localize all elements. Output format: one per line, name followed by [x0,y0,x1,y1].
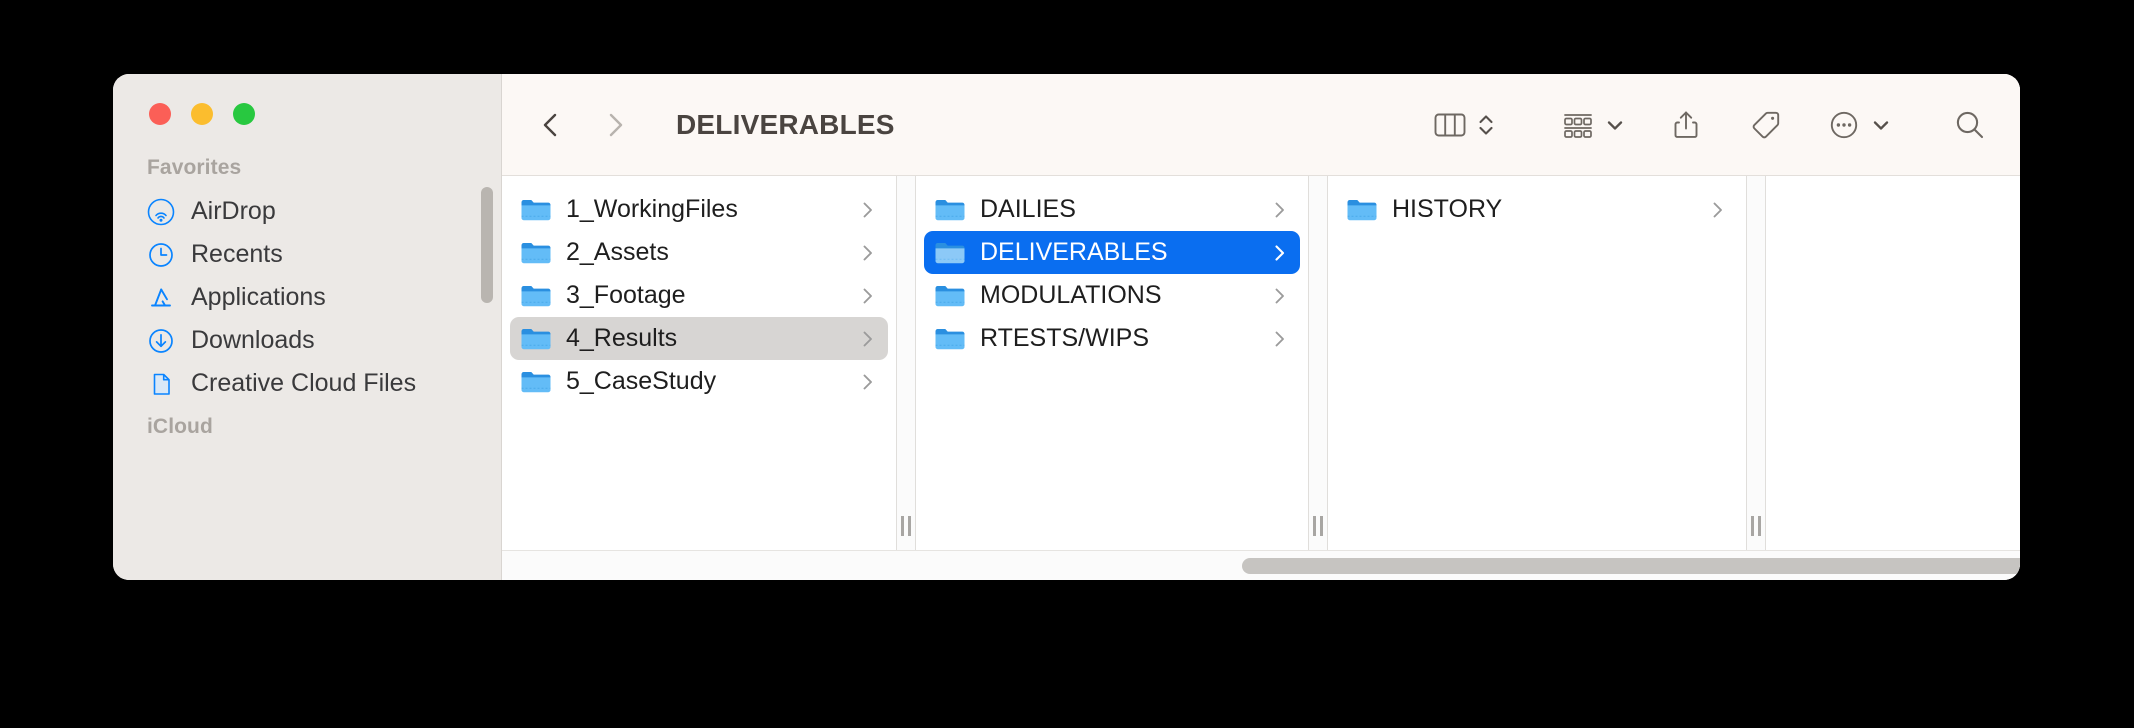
list-item[interactable]: MODULATIONS [924,274,1300,317]
download-icon [147,327,175,355]
list-item[interactable]: HISTORY [1336,188,1738,231]
right-pane: DELIVERABLES 1_WorkingFiles 2_Assets 3_F… [502,74,2020,580]
more-group[interactable] [1822,103,1892,147]
chevron-right-icon [1272,328,1288,350]
list-item[interactable]: 3_Footage [510,274,888,317]
column-resizer-1[interactable] [896,176,916,550]
list-item-label: MODULATIONS [980,281,1162,309]
chevron-right-icon [860,371,876,393]
group-by-icon[interactable] [1556,103,1600,147]
list-item-label: 1_WorkingFiles [566,195,738,223]
close-button[interactable] [149,103,171,125]
list-item[interactable]: RTESTS/WIPS [924,317,1300,360]
toolbar: DELIVERABLES [502,74,2020,175]
list-item-label: HISTORY [1392,195,1503,223]
chevron-right-icon [1272,285,1288,307]
list-item-label: 2_Assets [566,238,669,266]
chevron-down-icon[interactable] [1604,114,1626,136]
horizontal-scrollbar-track[interactable] [502,550,2020,580]
search-icon[interactable] [1948,103,1992,147]
horizontal-scrollbar-thumb[interactable] [1242,558,2020,574]
group-by-group[interactable] [1556,103,1626,147]
chevron-right-icon [860,285,876,307]
sidebar-item-creative-cloud-files[interactable]: Creative Cloud Files [113,362,501,405]
list-item[interactable]: 5_CaseStudy [510,360,888,403]
chevron-right-icon [1272,242,1288,264]
resize-grip-icon [1313,516,1323,536]
forward-button[interactable] [598,108,632,142]
airdrop-icon [147,198,175,226]
navigation-buttons [534,108,632,142]
list-item[interactable]: 2_Assets [510,231,888,274]
share-icon[interactable] [1664,103,1708,147]
folder-icon [934,240,966,266]
sidebar-item-label: Creative Cloud Files [191,369,417,397]
list-item-label: 3_Footage [566,281,686,309]
chevron-right-icon [1710,199,1726,221]
list-item-label: DAILIES [980,195,1076,223]
maximize-button[interactable] [233,103,255,125]
sidebar-item-label: AirDrop [191,197,276,225]
column-1: 1_WorkingFiles 2_Assets 3_Footage 4_Resu… [502,176,896,550]
sidebar-item-label: Applications [191,283,326,311]
list-item-label: RTESTS/WIPS [980,324,1150,352]
folder-icon [520,283,552,309]
back-button[interactable] [534,108,568,142]
folder-icon [934,326,966,352]
column-2: DAILIES DELIVERABLES MODULATIONS RTESTS/… [916,176,1308,550]
column-browser: 1_WorkingFiles 2_Assets 3_Footage 4_Resu… [502,175,2020,550]
sidebar-item-label: Downloads [191,326,315,354]
columns-empty-space [1766,176,2020,550]
sidebar-item-downloads[interactable]: Downloads [113,319,501,362]
column-resizer-2[interactable] [1308,176,1328,550]
list-item-selected[interactable]: DELIVERABLES [924,231,1300,274]
resize-grip-icon [901,516,911,536]
chevron-right-icon [860,242,876,264]
folder-icon [520,197,552,223]
chevron-right-icon [860,328,876,350]
column-view-icon[interactable] [1428,103,1472,147]
document-icon [147,370,175,398]
resize-grip-icon [1751,516,1761,536]
sidebar-section-favorites-title: Favorites [147,156,242,179]
tag-icon[interactable] [1744,103,1788,147]
chevron-down-icon[interactable] [1870,114,1892,136]
chevron-right-icon [860,199,876,221]
folder-icon [934,283,966,309]
chevron-right-icon [1272,199,1288,221]
sidebar-scroll-area: Favorites AirDrop Recents Applications D… [113,146,501,580]
finder-window: Favorites AirDrop Recents Applications D… [113,74,2020,580]
column-resizer-3[interactable] [1746,176,1766,550]
folder-icon [520,326,552,352]
list-item-label: DELIVERABLES [980,238,1168,266]
list-item[interactable]: DAILIES [924,188,1300,231]
minimize-button[interactable] [191,103,213,125]
sidebar-item-applications[interactable]: Applications [113,276,501,319]
clock-icon [147,241,175,269]
sidebar-item-airdrop[interactable]: AirDrop [113,190,501,233]
sidebar-scrollbar[interactable] [481,187,493,303]
page-title: DELIVERABLES [676,108,895,140]
list-item-label: 5_CaseStudy [566,367,717,395]
view-mode-group [1428,103,1500,147]
sidebar-item-label: Recents [191,240,283,268]
folder-icon [1346,197,1378,223]
sidebar-section-icloud-title: iCloud [147,415,213,438]
view-stepper[interactable] [1472,103,1500,147]
list-item-selected[interactable]: 4_Results [510,317,888,360]
folder-icon [934,197,966,223]
traffic-light-buttons [149,103,255,125]
applications-icon [147,284,175,312]
folder-icon [520,240,552,266]
list-item-label: 4_Results [566,324,678,352]
sidebar: Favorites AirDrop Recents Applications D… [113,74,502,580]
folder-icon [520,369,552,395]
sidebar-item-recents[interactable]: Recents [113,233,501,276]
more-icon[interactable] [1822,103,1866,147]
column-3: HISTORY [1328,176,1746,550]
list-item[interactable]: 1_WorkingFiles [510,188,888,231]
